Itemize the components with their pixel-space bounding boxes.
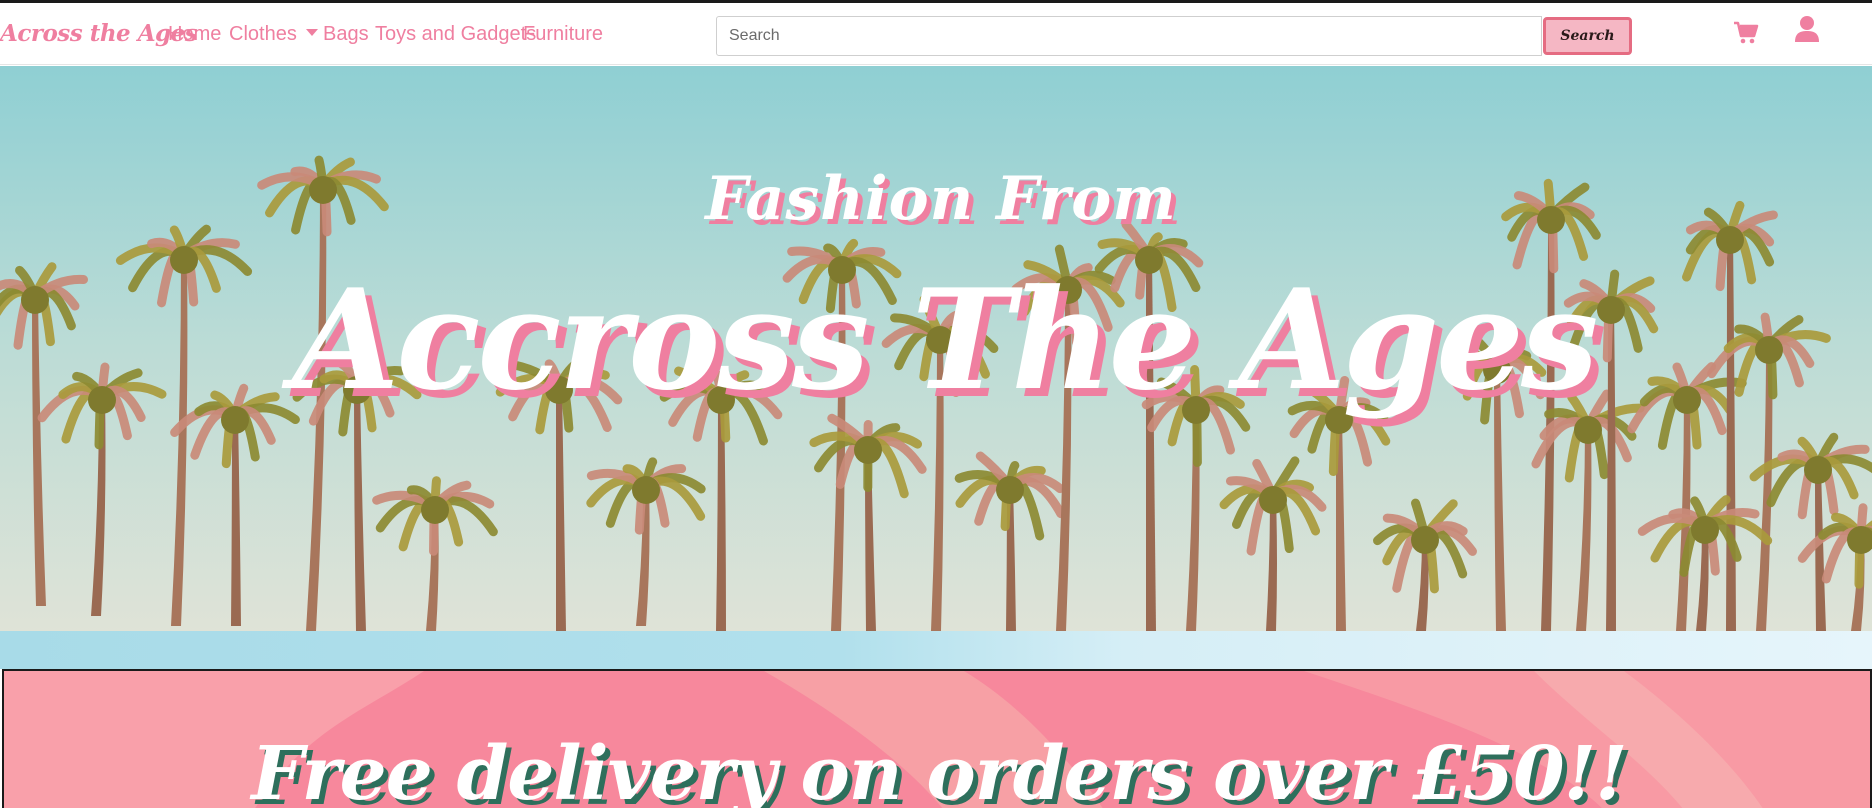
nav-clothes-label: Clothes [229,23,297,45]
nav-home-link[interactable]: Home [168,23,221,46]
hero-title: Accross The Ages [292,258,1598,421]
navbar: Across the Ages Home Clothes Bags Toys a… [0,3,1872,65]
chevron-down-icon [305,29,318,37]
nav-bags-link[interactable]: Bags [323,23,369,46]
user-icon[interactable] [1794,15,1820,43]
hero-banner: Fashion From Accross The Ages [0,66,1872,631]
nav-toys-link[interactable]: Toys and Gadgets [375,23,536,46]
search-input[interactable] [716,16,1542,56]
shopping-cart-icon[interactable] [1733,21,1759,45]
delivery-banner: Free delivery on orders over £50!! [2,669,1872,808]
nav-clothes-dropdown[interactable]: Clothes [229,23,318,46]
hero-subtitle: Fashion From [705,164,1177,234]
sky-strip [0,631,1872,669]
free-delivery-text: Free delivery on orders over £50!! [251,731,1627,808]
search-button[interactable]: Search [1543,17,1632,55]
nav-furniture-link[interactable]: Furniture [523,23,603,46]
